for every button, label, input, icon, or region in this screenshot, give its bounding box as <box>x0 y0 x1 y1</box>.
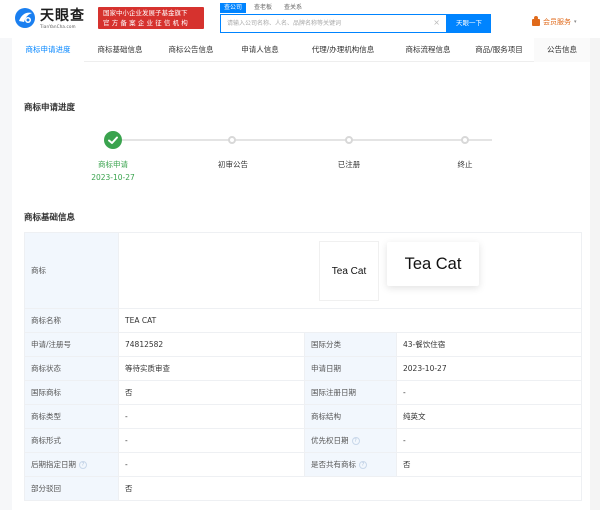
table-row: 申请/注册号 74812582 国际分类 43-餐饮住宿 <box>24 332 582 357</box>
field-label: 商标形式 <box>24 428 119 453</box>
logo-domain: TianYanCha.com <box>40 23 76 29</box>
step-label-registered: 已注册 <box>337 160 361 169</box>
field-value: - <box>118 452 305 477</box>
step-label-terminated: 终止 <box>457 160 473 169</box>
table-row: 后期指定日期? - 是否共有商标? 否 <box>24 452 582 477</box>
field-value: 纯英文 <box>396 404 582 429</box>
help-icon[interactable]: ? <box>359 461 367 469</box>
field-label: 国际注册日期 <box>304 380 397 405</box>
field-label: 商标状态 <box>24 356 119 381</box>
field-label: 商标名称 <box>24 308 119 333</box>
progress-line <box>122 139 492 141</box>
field-value: 74812582 <box>118 332 305 357</box>
search-tab-company[interactable]: 查公司 <box>220 3 247 13</box>
field-value: 2023-10-27 <box>396 356 582 381</box>
section-tabs: 商标申请进度 商标基础信息 商标公告信息 申请人信息 代理/办理机构信息 商标流… <box>12 38 590 62</box>
field-value: TEA CAT <box>118 308 582 333</box>
progress-section-title: 商标申请进度 <box>24 103 76 113</box>
table-row: 商标形式 - 优先权日期? - <box>24 428 582 453</box>
field-label-with-help: 后期指定日期? <box>24 452 119 477</box>
field-label: 申请日期 <box>304 356 397 381</box>
site-logo[interactable]: 天眼查 TianYanCha.com <box>14 7 85 29</box>
tab-notice-info[interactable]: 公告信息 <box>534 38 590 62</box>
field-value: - <box>118 404 305 429</box>
table-row: 部分驳回 否 <box>24 476 582 501</box>
search-tab-boss[interactable]: 查老板 <box>250 3 276 13</box>
field-label: 国际商标 <box>24 380 119 405</box>
field-value: 43-餐饮住宿 <box>396 332 582 357</box>
field-value: - <box>396 380 582 405</box>
field-label: 优先权日期 <box>311 436 349 445</box>
scrollbar-track[interactable] <box>590 38 600 510</box>
search-button[interactable]: 天眼一下 <box>447 14 491 33</box>
step-label-applied: 商标申请 <box>98 160 128 169</box>
field-label: 国际分类 <box>304 332 397 357</box>
field-value: 否 <box>396 452 582 477</box>
tab-goods-services[interactable]: 商品/服务项目 <box>464 38 534 62</box>
mark-label: 商标 <box>24 232 119 309</box>
field-label: 申请/注册号 <box>24 332 119 357</box>
field-value: - <box>396 428 582 453</box>
tab-process-info[interactable]: 商标流程信息 <box>392 38 464 62</box>
step-node-applied <box>104 131 122 149</box>
progress-stepper: 商标申请 2023-10-27 初审公告 已注册 终止 <box>24 125 574 195</box>
mark-image-cell: Tea Cat Tea Cat <box>118 232 582 309</box>
clear-icon[interactable]: × <box>433 18 440 27</box>
step-node-terminated <box>461 136 469 144</box>
table-row: 国际商标 否 国际注册日期 - <box>24 380 582 405</box>
table-row: 商标状态 等待实质审查 申请日期 2023-10-27 <box>24 356 582 381</box>
basic-info-section-title: 商标基础信息 <box>24 213 76 223</box>
table-row: 商标 Tea Cat Tea Cat <box>24 232 582 309</box>
search-box: × <box>220 14 447 33</box>
field-value: 否 <box>118 476 582 501</box>
check-icon <box>108 136 118 144</box>
vip-service-menu[interactable]: 会员服务 ▾ <box>532 15 577 27</box>
logo-icon <box>14 7 36 29</box>
field-value: 等待实质审查 <box>118 356 305 381</box>
field-value: 否 <box>118 380 305 405</box>
top-header: 天眼查 TianYanCha.com 国家中小企业发展子基金旗下 官方备案企业征… <box>0 0 600 38</box>
field-value: - <box>118 428 305 453</box>
search-tab-relation[interactable]: 查关系 <box>280 3 306 13</box>
table-row: 商标名称 TEA CAT <box>24 308 582 333</box>
step-node-registered <box>345 136 353 144</box>
field-label: 部分驳回 <box>24 476 119 501</box>
badge-line-2: 官方备案企业征信机构 <box>103 19 190 27</box>
field-label: 商标结构 <box>304 404 397 429</box>
tab-announcement-info[interactable]: 商标公告信息 <box>156 38 226 62</box>
step-date-applied: 2023-10-27 <box>91 173 135 182</box>
field-label: 后期指定日期 <box>31 460 76 469</box>
tab-agency-info[interactable]: 代理/办理机构信息 <box>294 38 392 62</box>
trademark-image-preview: Tea Cat <box>387 242 479 286</box>
chevron-down-icon: ▾ <box>574 19 577 25</box>
official-badge: 国家中小企业发展子基金旗下 官方备案企业征信机构 <box>98 7 204 29</box>
field-label: 是否共有商标 <box>311 460 356 469</box>
vip-label: 会员服务 <box>543 18 571 26</box>
field-label-with-help: 优先权日期? <box>304 428 397 453</box>
table-row: 商标类型 - 商标结构 纯英文 <box>24 404 582 429</box>
search-type-tabs: 查公司 查老板 查关系 <box>220 3 306 13</box>
tab-application-progress[interactable]: 商标申请进度 <box>12 38 84 62</box>
crown-icon <box>532 15 540 26</box>
field-label: 商标类型 <box>24 404 119 429</box>
step-label-prelim: 初审公告 <box>218 160 248 169</box>
trademark-image-thumbnail[interactable]: Tea Cat <box>319 241 379 301</box>
badge-line-1: 国家中小企业发展子基金旗下 <box>103 9 188 17</box>
logo-text: 天眼查 <box>40 7 85 24</box>
help-icon[interactable]: ? <box>79 461 87 469</box>
tab-basic-info[interactable]: 商标基础信息 <box>84 38 156 62</box>
search-input[interactable] <box>221 15 421 32</box>
help-icon[interactable]: ? <box>351 437 360 445</box>
trademark-info-table: 商标 Tea Cat Tea Cat 商标名称 TEA CAT 申请/注册号 7… <box>24 232 582 501</box>
tab-applicant-info[interactable]: 申请人信息 <box>226 38 294 62</box>
field-label-with-help: 是否共有商标? <box>304 452 397 477</box>
step-node-prelim <box>228 136 236 144</box>
